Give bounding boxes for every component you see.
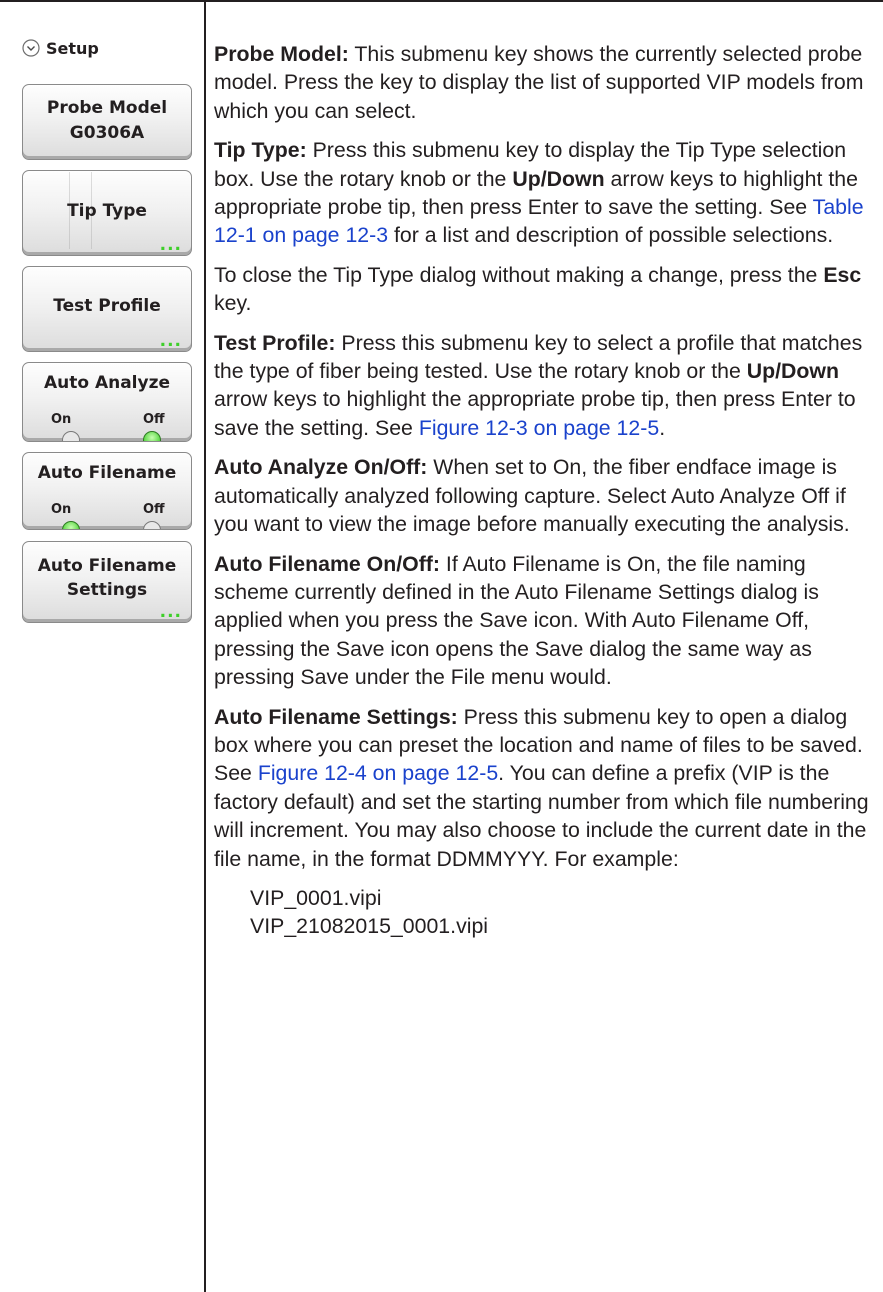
auto-filename-heading: Auto Filename On/Off:	[214, 551, 440, 576]
esc-key: Esc	[823, 262, 862, 287]
auto-filename-on-indicator	[62, 521, 80, 529]
auto-filename-settings-label-line1: Auto Filename	[37, 556, 177, 576]
auto-filename-toggle[interactable]: Auto Filename On Off	[22, 452, 192, 530]
auto-analyze-on-indicator	[62, 431, 80, 441]
auto-analyze-on-label: On	[51, 412, 72, 427]
filename-example: VIP_0001.vipi	[250, 885, 382, 910]
probe-model-label: Probe Model	[46, 98, 168, 118]
tip-type-close-note: To close the Tip Type dialog without mak…	[214, 261, 874, 318]
up-down-keys: Up/Down	[512, 166, 605, 191]
test-profile-text: .	[659, 415, 666, 440]
probe-model-value: G0306A	[69, 123, 145, 143]
auto-filename-description: Auto Filename On/Off: If Auto Filename i…	[214, 550, 874, 692]
auto-filename-settings-description: Auto Filename Settings: Press this subme…	[214, 703, 874, 873]
filename-examples: VIP_0001.vipi VIP_21082015_0001.vipi	[250, 884, 874, 941]
setup-menu-header[interactable]: Setup	[22, 37, 99, 59]
setup-menu-title: Setup	[46, 38, 99, 58]
tip-type-heading: Tip Type:	[214, 138, 307, 163]
auto-analyze-off-label: Off	[143, 412, 165, 427]
auto-filename-off-label: Off	[143, 502, 165, 517]
test-profile-heading: Test Profile:	[214, 330, 336, 355]
tip-type-text: for a list and description of possible s…	[388, 223, 834, 248]
test-profile-button[interactable]: Test Profile ...	[22, 266, 192, 352]
auto-analyze-label: Auto Analyze	[43, 373, 171, 393]
up-down-keys: Up/Down	[746, 359, 840, 384]
test-profile-description: Test Profile: Press this submenu key to …	[214, 329, 874, 443]
auto-filename-on-label: On	[51, 502, 72, 517]
tip-type-label: Tip Type	[67, 201, 147, 221]
submenu-descriptions: Probe Model: This submenu key shows the …	[214, 40, 874, 941]
filename-example: VIP_21082015_0001.vipi	[250, 914, 489, 939]
tip-close-text: key.	[214, 291, 252, 316]
probe-model-button[interactable]: Probe Model G0306A	[22, 84, 192, 160]
auto-filename-settings-label-line2: Settings	[66, 580, 148, 600]
tip-type-description: Tip Type: Press this submenu key to disp…	[214, 136, 874, 250]
more-options-icon: ...	[159, 235, 182, 255]
auto-filename-settings-heading: Auto Filename Settings:	[214, 704, 458, 729]
probe-model-description: Probe Model: This submenu key shows the …	[214, 40, 874, 125]
auto-analyze-description: Auto Analyze On/Off: When set to On, the…	[214, 453, 874, 538]
chevron-down-circle-icon	[22, 39, 40, 57]
auto-filename-label: Auto Filename	[37, 463, 177, 483]
auto-filename-settings-button[interactable]: Auto Filename Settings ...	[22, 541, 192, 623]
more-options-icon: ...	[159, 331, 182, 351]
more-options-icon: ...	[159, 602, 182, 622]
figure-12-3-link[interactable]: Figure 12-3 on page 12-5	[419, 416, 659, 440]
auto-analyze-heading: Auto Analyze On/Off:	[214, 455, 428, 480]
auto-analyze-off-indicator	[143, 431, 161, 441]
probe-model-heading: Probe Model:	[214, 42, 349, 66]
test-profile-label: Test Profile	[53, 296, 161, 316]
figure-12-4-link[interactable]: Figure 12-4 on page 12-5	[258, 761, 498, 785]
auto-analyze-toggle[interactable]: Auto Analyze On Off	[22, 362, 192, 442]
tip-close-text: To close the Tip Type dialog without mak…	[214, 262, 824, 287]
column-divider	[204, 0, 206, 1292]
setup-submenu-panel: Setup Probe Model G0306A Tip Type ... Te…	[0, 0, 204, 1292]
auto-filename-off-indicator	[143, 521, 161, 529]
tip-type-button[interactable]: Tip Type ...	[22, 170, 192, 256]
